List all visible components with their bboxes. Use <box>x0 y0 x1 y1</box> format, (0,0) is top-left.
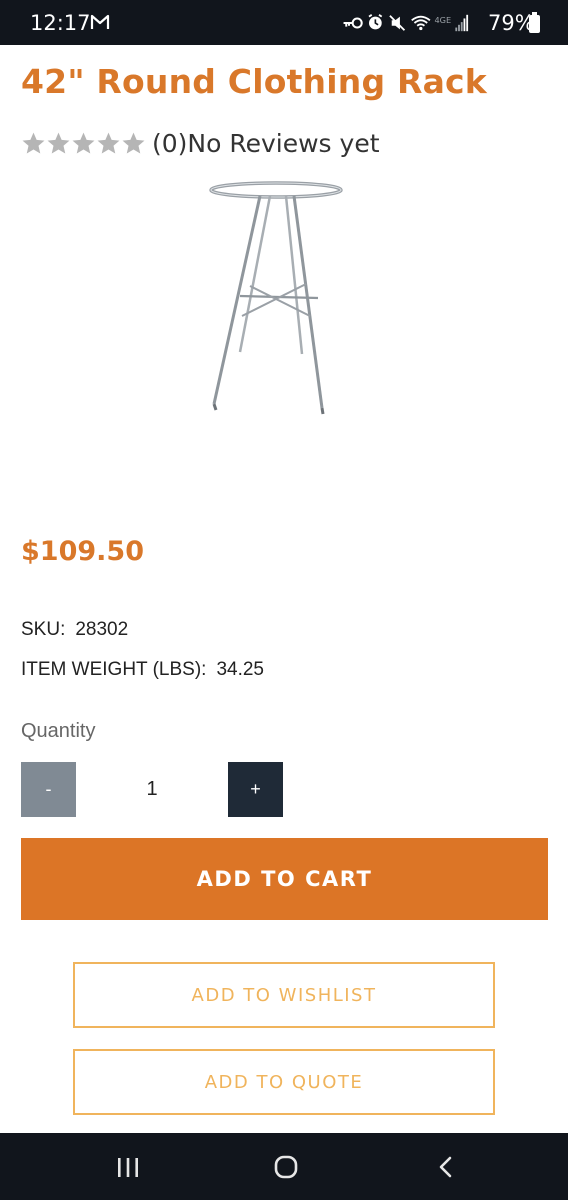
status-bar: 12:17 4GE 79% <box>0 0 568 45</box>
add-to-cart-button[interactable]: ADD TO CART <box>21 838 548 920</box>
network-label: 4GE <box>434 15 451 25</box>
rating[interactable]: (0)No Reviews yet <box>21 126 380 160</box>
product-title: 42" Round Clothing Rack <box>21 62 487 101</box>
star-icon <box>47 132 70 153</box>
status-icons: 4GE <box>343 14 469 32</box>
battery-icon <box>529 12 540 33</box>
sku-row: SKU: 28302 <box>21 619 128 641</box>
weight-label: ITEM WEIGHT (LBS): <box>21 659 207 680</box>
back-icon[interactable] <box>405 1133 485 1200</box>
star-icon <box>22 132 45 153</box>
add-to-wishlist-button[interactable]: ADD TO WISHLIST <box>73 962 495 1028</box>
alarm-icon <box>368 14 383 30</box>
weight-value: 34.25 <box>216 659 264 680</box>
quantity-label: Quantity <box>21 720 96 742</box>
battery-percent: 79% <box>488 11 535 35</box>
sku-value: 28302 <box>75 619 129 640</box>
mail-icon <box>90 14 110 29</box>
quantity-decrease-button[interactable]: - <box>21 762 76 817</box>
weight-row: ITEM WEIGHT (LBS): 34.25 <box>21 659 264 681</box>
status-time: 12:17 <box>30 11 91 35</box>
product-image[interactable] <box>190 176 362 422</box>
key-icon <box>343 17 363 29</box>
wifi-icon <box>411 15 431 31</box>
star-icon <box>72 132 95 153</box>
star-icon <box>97 132 120 153</box>
mute-icon <box>389 15 406 31</box>
quantity-input[interactable] <box>76 762 228 817</box>
review-count[interactable]: (0)No Reviews yet <box>152 129 380 158</box>
star-icon <box>122 132 145 153</box>
recents-icon[interactable] <box>88 1133 168 1200</box>
signal-icon <box>455 14 469 32</box>
sku-label: SKU: <box>21 619 66 640</box>
home-icon[interactable] <box>246 1133 326 1200</box>
star-rating <box>21 131 146 156</box>
product-price: $109.50 <box>21 536 144 567</box>
quantity-increase-button[interactable]: + <box>228 762 283 817</box>
add-to-quote-button[interactable]: ADD TO QUOTE <box>73 1049 495 1115</box>
navigation-bar <box>0 1133 568 1200</box>
